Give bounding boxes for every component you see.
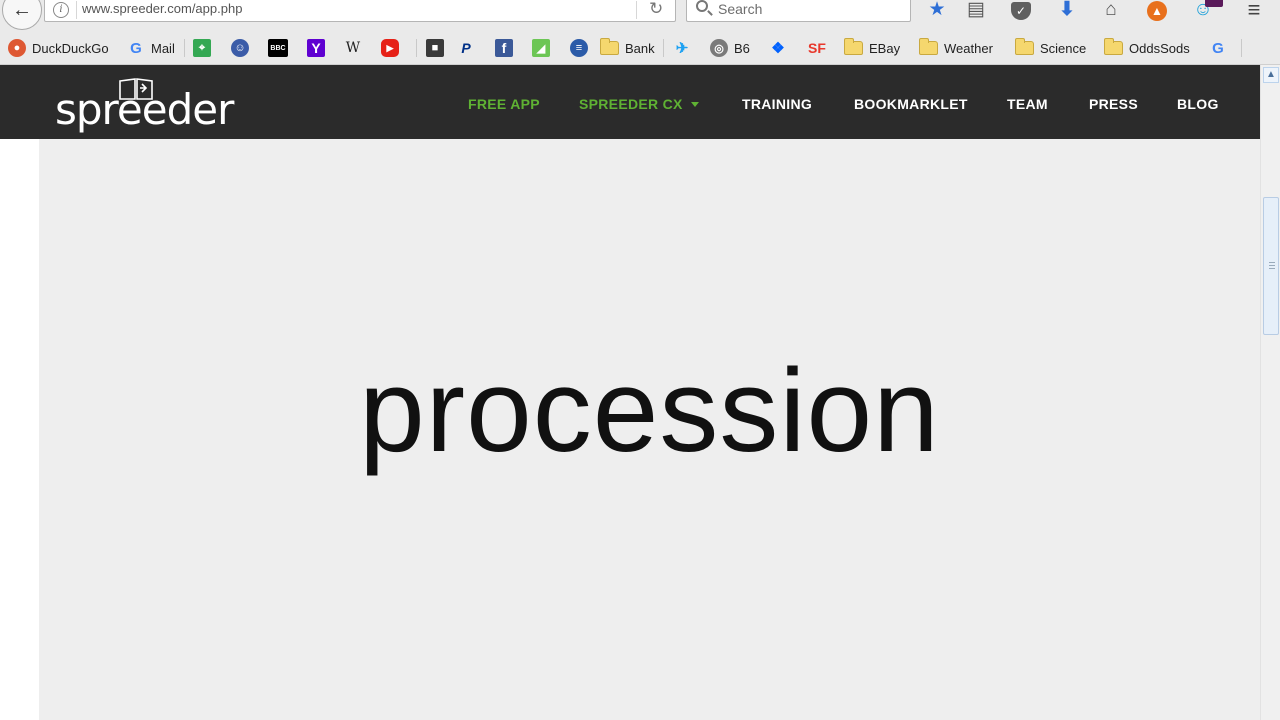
spreeder-logo[interactable]: spreeder	[55, 77, 234, 134]
bookmark-folder-science[interactable]: Science	[1015, 38, 1086, 58]
shopping-icon: ■	[426, 39, 444, 57]
browser-toolbar: ← i www.spreeder.com/app.php ↻ Search ★ …	[0, 0, 1280, 30]
bookmark-label: Weather	[944, 40, 993, 56]
url-separator	[76, 1, 77, 19]
folder-icon	[1015, 38, 1034, 55]
extension-badge	[1205, 0, 1223, 7]
bookmark-label: Mail	[151, 40, 175, 56]
bookmark-label: B6	[734, 40, 750, 56]
bookmark-dropbox[interactable]: ❖	[769, 38, 793, 58]
url-bar[interactable]: i www.spreeder.com/app.php ↻	[44, 0, 676, 22]
globe-icon: ◎	[710, 39, 728, 57]
folder-icon	[919, 38, 938, 55]
dropbox-icon: ❖	[771, 40, 785, 57]
bookmark-twitter[interactable]: ✈	[673, 38, 697, 58]
bookmark-label: Bank	[625, 40, 655, 56]
bookmark-label: Science	[1040, 40, 1087, 56]
bookmark-bbc[interactable]: BBC	[268, 38, 294, 58]
wikipedia-icon: W	[345, 40, 361, 56]
site-header: spreeder FREE APP SPREEDER CX TRAINING B…	[0, 65, 1260, 139]
bbc-icon: BBC	[268, 39, 288, 57]
bookmark-feedly[interactable]: ◢	[532, 38, 556, 58]
bookmarks-toolbar: ● DuckDuckGo G Mail ⌖ ☺ BBC Y W ▶ ■ P f …	[0, 30, 1280, 65]
bookmark-paypal[interactable]: P	[457, 38, 481, 58]
twitter-icon: ✈	[675, 40, 689, 57]
scroll-up-arrow-icon[interactable]: ▲	[1263, 67, 1279, 83]
bookmark-sourceforge[interactable]: SF	[806, 38, 834, 58]
nav-label: SPREEDER CX	[579, 96, 683, 112]
stumble-icon: ≡	[570, 39, 588, 57]
scrollbar-thumb[interactable]	[1263, 197, 1279, 335]
folder-icon	[1104, 38, 1123, 55]
bookmark-google[interactable]: G	[1209, 38, 1233, 58]
url-text[interactable]: www.spreeder.com/app.php	[82, 1, 242, 16]
arrow-left-icon: ←	[12, 0, 32, 21]
feedly-icon: ◢	[532, 39, 550, 57]
google-icon: G	[1212, 39, 1224, 57]
nav-bookmarklet[interactable]: BOOKMARKLET	[854, 96, 968, 112]
bookmark-ancestry[interactable]: ☺	[231, 38, 255, 58]
yahoo-icon: Y	[307, 39, 325, 57]
reading-list-icon[interactable]: ▤	[964, 0, 988, 22]
info-icon[interactable]: i	[53, 2, 69, 18]
folder-icon	[844, 38, 863, 55]
bookmark-separator	[416, 39, 417, 57]
bookmark-facebook[interactable]: f	[495, 38, 519, 58]
nav-free-app[interactable]: FREE APP	[468, 96, 540, 112]
duckduckgo-icon: ●	[8, 39, 26, 57]
bookmark-mail[interactable]: G Mail	[127, 38, 175, 58]
bookmark-shopping[interactable]: ■	[426, 38, 450, 58]
ancestry-icon: ☺	[231, 39, 249, 57]
back-button[interactable]: ←	[2, 0, 42, 30]
nav-spreeder-cx[interactable]: SPREEDER CX	[579, 96, 699, 112]
bookmark-duckduckgo[interactable]: ● DuckDuckGo	[8, 38, 109, 58]
pocket-icon[interactable]: ✓	[1009, 0, 1033, 22]
bookmark-folder-ebay[interactable]: EBay	[844, 38, 900, 58]
vertical-scrollbar[interactable]: ▲	[1260, 65, 1280, 720]
bookmark-folder-weather[interactable]: Weather	[919, 38, 993, 58]
bookmark-folder-oddssods[interactable]: OddsSods	[1104, 38, 1190, 58]
bookmark-separator	[1241, 39, 1242, 57]
extension-flame-icon[interactable]: ▲	[1145, 0, 1169, 22]
bookmark-wikipedia[interactable]: W	[344, 38, 368, 58]
hamburger-menu-icon[interactable]: ≡	[1242, 0, 1266, 22]
google-icon: G	[130, 39, 142, 57]
bookmark-label: OddsSods	[1129, 40, 1190, 56]
bookmark-folder-bank[interactable]: Bank	[600, 38, 655, 58]
bookmark-star-icon[interactable]: ★	[925, 0, 949, 22]
reload-icon[interactable]: ↻	[649, 0, 663, 19]
bookmark-youtube[interactable]: ▶	[381, 38, 405, 58]
bookmark-yahoo[interactable]: Y	[307, 38, 331, 58]
search-bar[interactable]: Search	[686, 0, 911, 22]
nav-blog[interactable]: BLOG	[1177, 96, 1219, 112]
folder-icon	[600, 38, 619, 55]
reader-current-word: procession	[359, 345, 940, 477]
grip-icon	[1269, 262, 1275, 269]
reader-panel[interactable]: procession	[39, 139, 1260, 720]
bookmark-stumble[interactable]: ≡	[570, 38, 594, 58]
caret-down-icon	[690, 102, 699, 107]
nav-press[interactable]: PRESS	[1089, 96, 1138, 112]
nav-team[interactable]: TEAM	[1007, 96, 1048, 112]
facebook-icon: f	[495, 39, 513, 57]
google-maps-icon: ⌖	[193, 39, 211, 57]
bookmark-google-maps[interactable]: ⌖	[193, 38, 217, 58]
bookmark-label: EBay	[869, 40, 901, 56]
url-separator	[636, 1, 637, 19]
search-placeholder[interactable]: Search	[718, 1, 762, 17]
search-icon	[696, 0, 708, 12]
paypal-icon: P	[461, 40, 471, 56]
youtube-icon: ▶	[381, 39, 399, 57]
bookmark-separator	[184, 39, 185, 57]
home-icon[interactable]: ⌂	[1099, 0, 1123, 22]
bookmark-b6[interactable]: ◎ B6	[710, 38, 750, 58]
download-icon[interactable]: ⬇	[1055, 0, 1079, 22]
bookmark-separator	[663, 39, 664, 57]
sourceforge-icon: SF	[808, 40, 826, 56]
page-body: procession	[0, 139, 1260, 720]
logo-text: spreeder	[55, 85, 234, 134]
bookmark-label: DuckDuckGo	[32, 40, 109, 56]
nav-training[interactable]: TRAINING	[742, 96, 812, 112]
